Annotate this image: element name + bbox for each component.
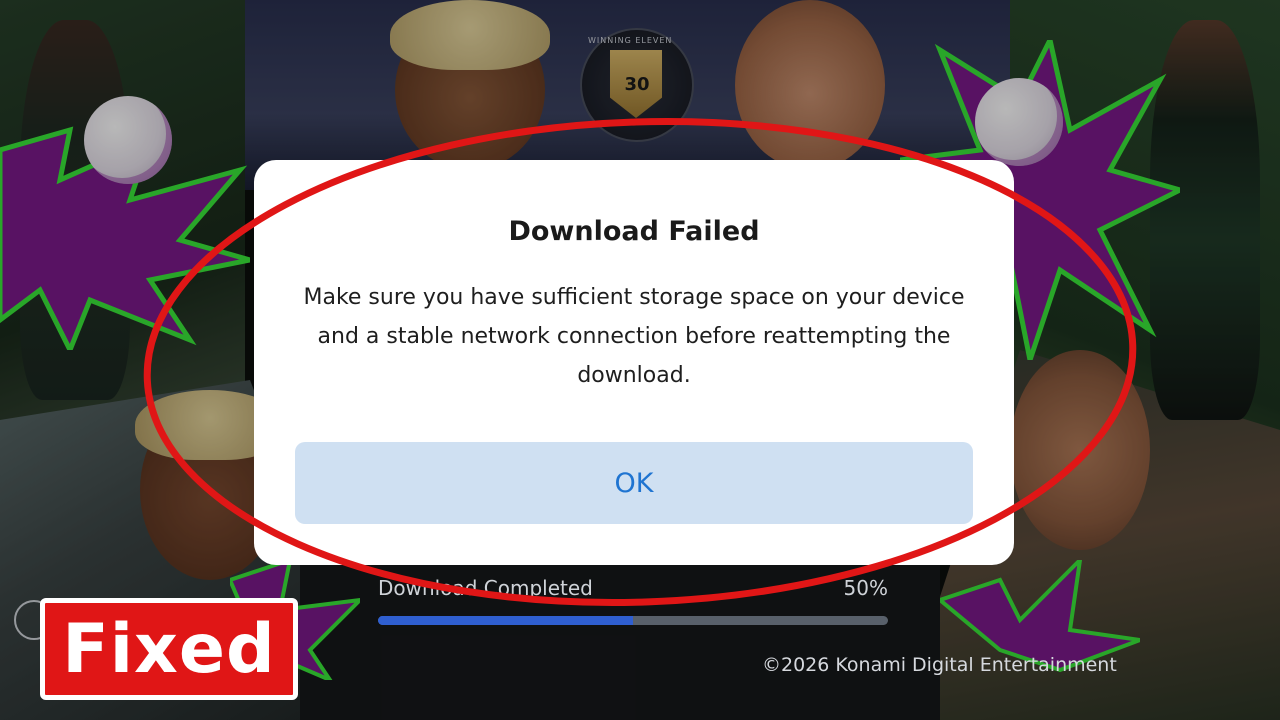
download-progress-fill: [378, 616, 633, 625]
dialog-title: Download Failed: [508, 216, 760, 247]
fixed-badge: Fixed: [40, 598, 298, 700]
download-failed-dialog: Download Failed Make sure you have suffi…: [254, 160, 1014, 565]
download-status-row: Download Completed 50%: [378, 576, 888, 606]
dialog-message: Make sure you have sufficient storage sp…: [303, 285, 965, 388]
download-percent: 50%: [843, 576, 888, 600]
ok-button[interactable]: OK: [295, 442, 973, 524]
copyright-text: ©2026 Konami Digital Entertainment: [762, 654, 1117, 676]
download-status-text: Download Completed: [378, 576, 593, 600]
fixed-label: Fixed: [62, 609, 276, 689]
download-progress-bar: [378, 616, 888, 625]
